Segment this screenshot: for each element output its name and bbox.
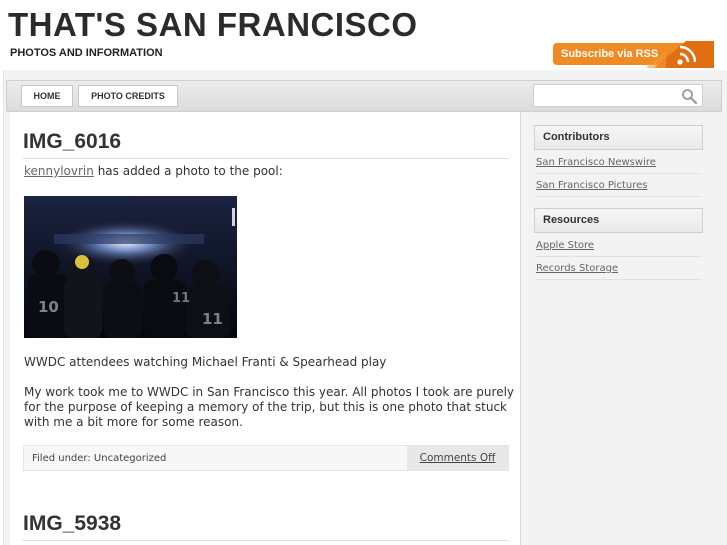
main-navigation: HOME PHOTO CREDITS	[6, 80, 722, 112]
site-header: THAT'S SAN FRANCISCO PHOTOS AND INFORMAT…	[0, 0, 727, 70]
widget-title-contributors: Contributors	[534, 125, 703, 150]
title-divider	[23, 158, 509, 159]
site-tagline: PHOTOS AND INFORMATION	[10, 47, 163, 59]
filed-under-label: Filed under: Uncategorized	[32, 453, 167, 464]
rss-subscribe-button[interactable]: Subscribe via RSS	[553, 41, 714, 68]
post-byline: kennylovrin has added a photo to the poo…	[24, 164, 283, 178]
sidebar-link-san-francisco-pictures[interactable]: San Francisco Pictures	[536, 175, 702, 197]
rss-icon	[646, 41, 714, 68]
byline-text: has added a photo to the pool:	[93, 164, 283, 178]
search-input[interactable]	[533, 84, 703, 107]
post-meta-bar: Filed under: Uncategorized Comments Off	[23, 445, 509, 471]
sidebar-link-san-francisco-newswire[interactable]: San Francisco Newswire	[536, 152, 702, 174]
svg-text:10: 10	[38, 298, 59, 316]
post-title[interactable]: IMG_5938	[23, 512, 121, 536]
post-photo[interactable]: 10 11 11	[24, 196, 237, 338]
sidebar-link-apple-store[interactable]: Apple Store	[536, 235, 702, 257]
title-divider	[23, 540, 509, 541]
site-title[interactable]: THAT'S SAN FRANCISCO	[8, 6, 418, 44]
nav-home[interactable]: HOME	[21, 85, 73, 107]
concert-photo-image: 10 11 11	[24, 196, 237, 338]
post-body: My work took me to WWDC in San Francisco…	[24, 385, 515, 429]
sidebar-link-records-storage[interactable]: Records Storage	[536, 258, 702, 280]
nav-photo-credits[interactable]: PHOTO CREDITS	[78, 85, 178, 107]
svg-text:11: 11	[172, 291, 190, 306]
post-title[interactable]: IMG_6016	[23, 130, 121, 154]
svg-text:11: 11	[202, 310, 223, 328]
post-caption: WWDC attendees watching Michael Franti &…	[24, 355, 387, 369]
sidebar: Contributors San Francisco Newswire San …	[522, 112, 722, 545]
author-link[interactable]: kennylovrin	[24, 164, 94, 178]
search-icon[interactable]	[681, 88, 697, 104]
main-content: IMG_6016 kennylovrin has added a photo t…	[10, 112, 521, 545]
comments-link[interactable]: Comments Off	[407, 446, 508, 470]
widget-title-resources: Resources	[534, 208, 703, 233]
